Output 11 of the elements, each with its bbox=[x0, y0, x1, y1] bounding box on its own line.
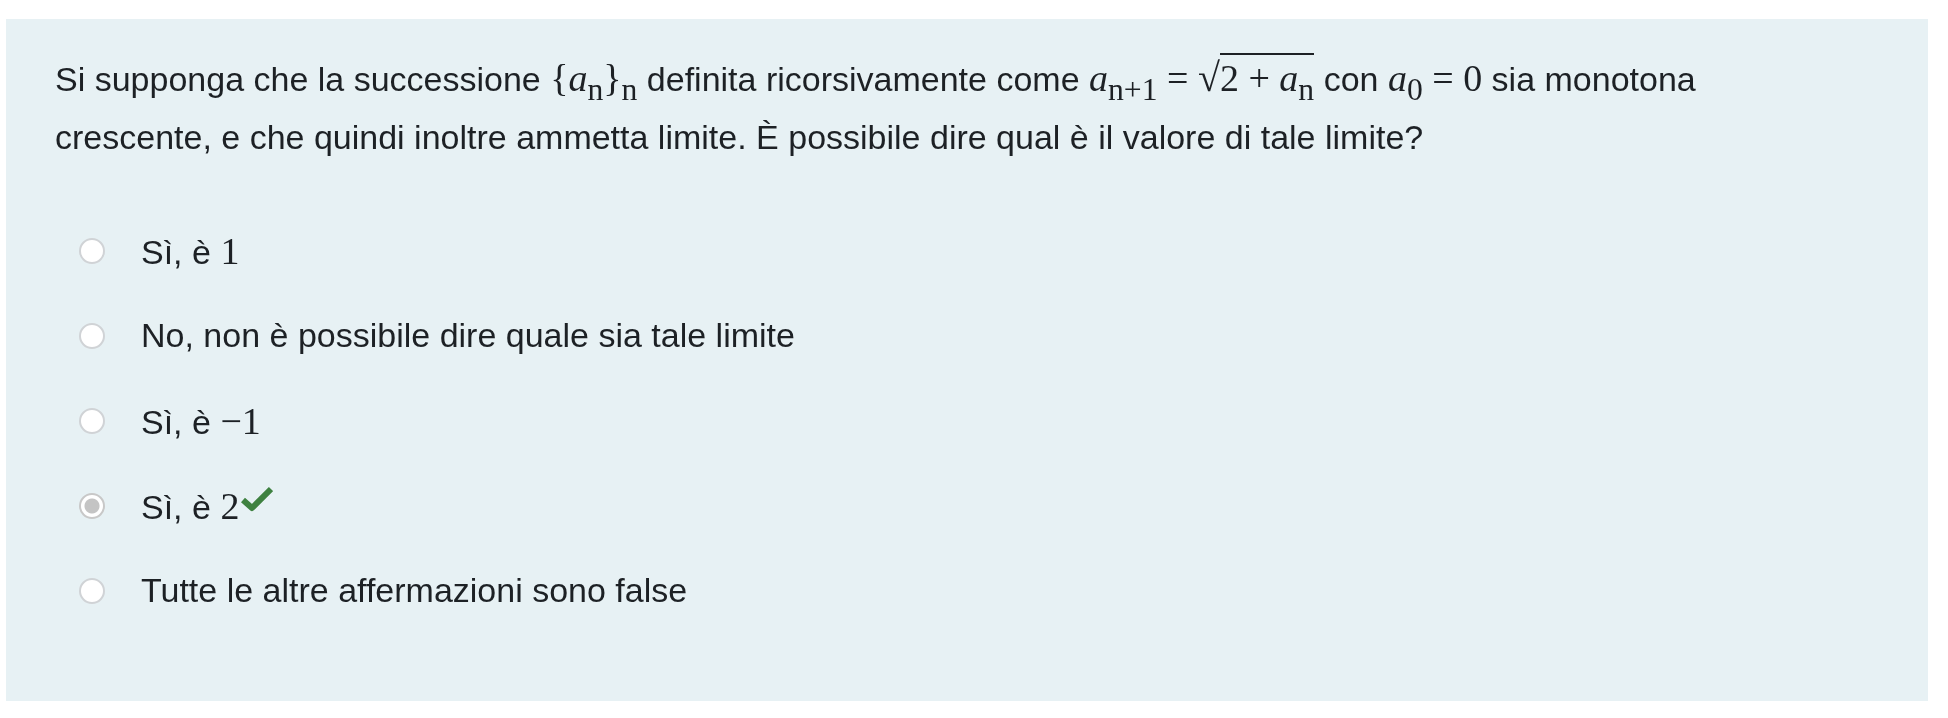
radio-button[interactable] bbox=[79, 237, 105, 264]
answer-option[interactable]: No, non è possibile dire quale sia tale limite bbox=[141, 316, 795, 355]
answer-option[interactable]: Sì, è −1 bbox=[141, 398, 261, 443]
answer-option[interactable]: Sì, è 2 bbox=[141, 483, 240, 528]
answer-option[interactable]: Sì, è 1 bbox=[141, 228, 240, 273]
radio-button[interactable] bbox=[79, 492, 105, 519]
radio-button[interactable] bbox=[79, 577, 105, 604]
answer-option[interactable]: Tutte le altre affermazioni sono false bbox=[141, 571, 688, 610]
question-text: Si supponga che la successione {a$_{n}$}$_{n}$ definita ricorsivamente come a$_{n+1}$ = √2 + a$_{n}$ con a$_{0}$ = 0 sia monotona crescente, e che quindi inoltre ammetta limite. È possibile dire qual è il valore di tale limite? bbox=[55, 52, 1697, 158]
radio-button[interactable] bbox=[79, 322, 105, 349]
radio-button[interactable] bbox=[79, 407, 105, 434]
